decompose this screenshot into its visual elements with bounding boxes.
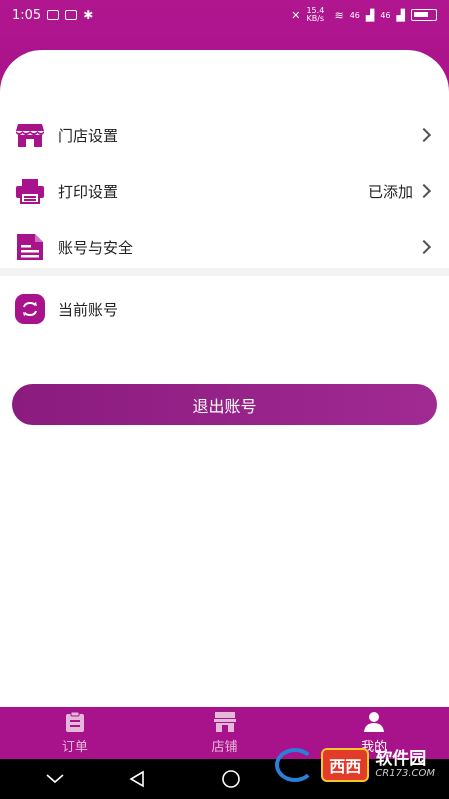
clipboard-icon <box>65 711 85 733</box>
menu-item-store-settings[interactable]: 门店设置 <box>0 107 449 163</box>
status-bar: 1:05 ✱ ✕ 15.4 KB/s ≋ 46 ▟ 46 ▟ <box>0 0 449 30</box>
switch-account-icon-wrap <box>14 293 46 325</box>
menu-item-account-security[interactable]: 账号与安全 <box>0 219 449 275</box>
switch-account-icon <box>15 294 45 324</box>
menu-label: 打印设置 <box>58 182 119 201</box>
tab-label: 店铺 <box>211 740 238 755</box>
current-account-row[interactable]: 当前账号 <box>0 281 449 337</box>
watermark-title: 软件园 <box>375 748 427 769</box>
network-speed: 15.4 KB/s <box>306 6 325 23</box>
chevron-down-icon[interactable] <box>20 774 90 784</box>
back-icon[interactable] <box>102 770 172 788</box>
shop-icon <box>213 711 237 733</box>
menu-label: 门店设置 <box>58 126 119 145</box>
document-icon <box>14 231 46 263</box>
section-divider <box>0 268 449 276</box>
home-icon[interactable] <box>196 769 266 789</box>
signal-strength-1: 46 <box>349 10 360 20</box>
message-icon <box>47 10 60 20</box>
chevron-right-icon <box>416 127 432 143</box>
tab-orders[interactable]: 订单 <box>0 707 150 759</box>
watermark-badge: 西西 <box>321 748 370 782</box>
wifi-icon: ≋ <box>334 8 344 22</box>
notification-icon <box>65 10 78 20</box>
watermark-logo-icon <box>275 748 316 782</box>
current-account-label: 当前账号 <box>58 300 119 319</box>
user-icon <box>362 711 386 733</box>
menu-item-print-settings[interactable]: 打印设置 已添加 <box>0 163 449 219</box>
signal-strength-2: 46 <box>380 10 391 20</box>
printer-icon <box>14 175 46 207</box>
chevron-right-icon <box>416 183 432 199</box>
printer-status: 已添加 <box>367 182 413 201</box>
bluetooth-icon: ✱ <box>83 8 94 22</box>
tab-label: 订单 <box>61 740 88 755</box>
status-time: 1:05 <box>12 7 42 23</box>
mute-icon: ✕ <box>291 8 301 22</box>
signal-icon-2: ▟ <box>396 8 405 22</box>
logout-button[interactable]: 退出账号 <box>12 384 437 425</box>
store-icon <box>14 119 46 151</box>
watermark-url: CR173.COM <box>375 767 435 779</box>
chevron-right-icon <box>416 239 432 255</box>
menu-label: 账号与安全 <box>58 238 134 257</box>
watermark: 西西 软件园 CR173.COM <box>275 748 435 782</box>
battery-icon <box>411 9 437 21</box>
signal-icon: ▟ <box>365 8 375 22</box>
